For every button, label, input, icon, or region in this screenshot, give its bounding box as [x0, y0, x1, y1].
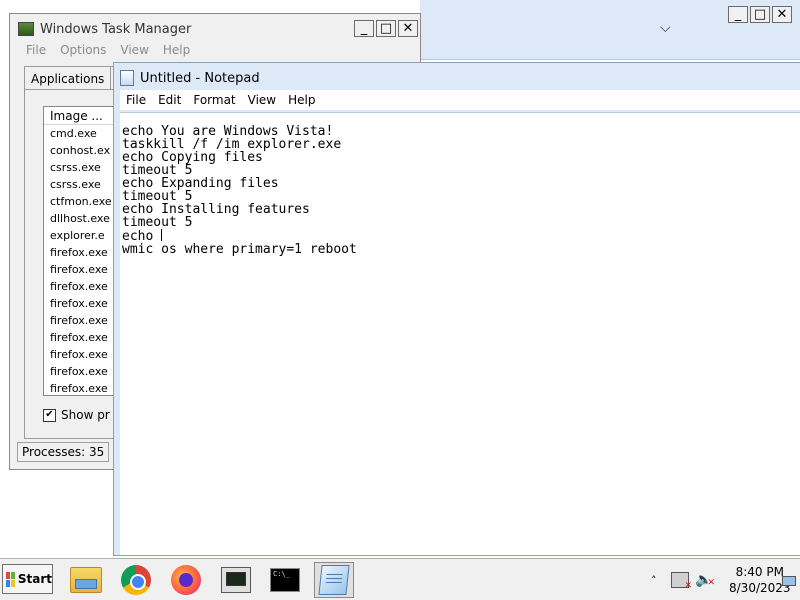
window-title: Untitled - Notepad	[140, 70, 260, 86]
menu-format[interactable]: Format	[193, 93, 235, 107]
show-all-label: Show pr	[61, 408, 110, 422]
list-item[interactable]: firefox.exe	[44, 278, 124, 295]
background-window: ⌵ _ □ ✕	[420, 0, 800, 60]
list-item[interactable]: conhost.ex	[44, 142, 124, 159]
list-item[interactable]: dllhost.exe	[44, 210, 124, 227]
start-button[interactable]: Start	[2, 564, 53, 594]
menu-options[interactable]: Options	[60, 43, 106, 57]
close-button[interactable]: ✕	[772, 6, 792, 23]
menu-file[interactable]: File	[26, 43, 46, 57]
list-item[interactable]: firefox.exe	[44, 244, 124, 261]
list-item[interactable]: csrss.exe	[44, 176, 124, 193]
system-tray: ˄ 🔈✕ 8:40 PM 8/30/2023	[645, 562, 800, 598]
menu-help[interactable]: Help	[288, 93, 315, 107]
notepad-text-area[interactable]: echo You are Windows Vista! taskkill /f …	[120, 112, 800, 555]
list-item[interactable]: firefox.exe	[44, 363, 124, 380]
taskbar-chrome[interactable]	[116, 562, 156, 598]
firefox-icon	[171, 565, 201, 595]
command-prompt-icon: C:\_	[270, 568, 300, 592]
text-caret	[161, 229, 163, 241]
taskbar-command-prompt[interactable]: C:\_	[265, 562, 305, 598]
taskbar-firefox[interactable]	[166, 562, 206, 598]
show-hidden-icons-button[interactable]: ˄	[651, 574, 665, 587]
list-item[interactable]: firefox.exe	[44, 346, 124, 363]
windows-logo-icon	[6, 571, 15, 587]
network-disconnected-icon[interactable]	[671, 572, 692, 591]
tab-applications[interactable]: Applications	[24, 66, 112, 90]
menu-help[interactable]: Help	[163, 43, 190, 57]
taskbar-notepad[interactable]	[314, 562, 354, 598]
notepad-titlebar: Untitled - Notepad	[120, 69, 260, 87]
volume-muted-icon[interactable]: 🔈 ✕	[695, 572, 715, 588]
show-all-processes-checkbox[interactable]: ✔ Show pr	[43, 408, 110, 422]
text-line: echo Expanding files	[122, 176, 279, 191]
taskbar: Start C:\_ ˄ 🔈✕ 8:40 PM 8/30/2023	[0, 558, 800, 600]
list-item[interactable]: ctfmon.exe	[44, 193, 124, 210]
task-manager-titlebar: Windows Task Manager	[18, 20, 191, 38]
background-window-controls: _ □ ✕	[728, 6, 794, 24]
taskbar-file-explorer[interactable]	[66, 562, 106, 598]
notepad-menubar: File Edit Format View Help	[120, 90, 800, 110]
maximize-button[interactable]: □	[376, 20, 396, 37]
notepad-icon	[120, 70, 134, 86]
menu-view[interactable]: View	[248, 93, 276, 107]
menu-file[interactable]: File	[126, 93, 146, 107]
start-label: Start	[17, 572, 52, 586]
checkbox-check-icon[interactable]: ✔	[43, 408, 56, 422]
text-line-with-caret: echo	[122, 229, 800, 243]
column-header-image-name[interactable]: Image ...	[44, 107, 124, 125]
list-item[interactable]: explorer.e	[44, 227, 124, 244]
task-manager-menubar: File Options View Help	[26, 43, 190, 57]
process-count-status: Processes: 35	[17, 442, 109, 462]
processes-panel: Image ... cmd.exe conhost.ex csrss.exe c…	[24, 89, 125, 439]
task-manager-icon	[221, 567, 251, 593]
maximize-button[interactable]: □	[750, 6, 770, 23]
notepad-window: Untitled - Notepad File Edit Format View…	[113, 62, 800, 556]
task-manager-controls: _ □ ✕	[354, 20, 420, 38]
text-line: wmic os where primary=1 reboot	[122, 242, 357, 257]
mute-x-icon: ✕	[707, 578, 715, 588]
task-manager-icon	[18, 22, 34, 36]
close-button[interactable]: ✕	[398, 20, 418, 37]
list-item[interactable]: cmd.exe	[44, 125, 124, 142]
list-item[interactable]: firefox.exe	[44, 261, 124, 278]
file-explorer-icon	[70, 567, 102, 593]
notepad-icon	[318, 565, 350, 595]
chevron-down-icon[interactable]: ⌵	[660, 20, 680, 40]
text-line: echo Installing features	[122, 202, 310, 217]
taskbar-task-manager[interactable]	[216, 562, 256, 598]
chrome-icon	[121, 565, 151, 595]
list-item[interactable]: firefox.exe	[44, 295, 124, 312]
menu-edit[interactable]: Edit	[158, 93, 181, 107]
list-item[interactable]: csrss.exe	[44, 159, 124, 176]
list-item[interactable]: firefox.exe	[44, 380, 124, 395]
list-item[interactable]: firefox.exe	[44, 329, 124, 346]
window-title: Windows Task Manager	[40, 21, 192, 37]
text-line: timeout 5	[122, 215, 193, 230]
minimize-button[interactable]: _	[354, 20, 374, 37]
text-line: echo Copying files	[122, 150, 263, 165]
menu-view[interactable]: View	[120, 43, 148, 57]
minimize-button[interactable]: _	[728, 6, 748, 23]
list-item[interactable]: firefox.exe	[44, 312, 124, 329]
show-desktop-icon[interactable]	[782, 576, 796, 586]
